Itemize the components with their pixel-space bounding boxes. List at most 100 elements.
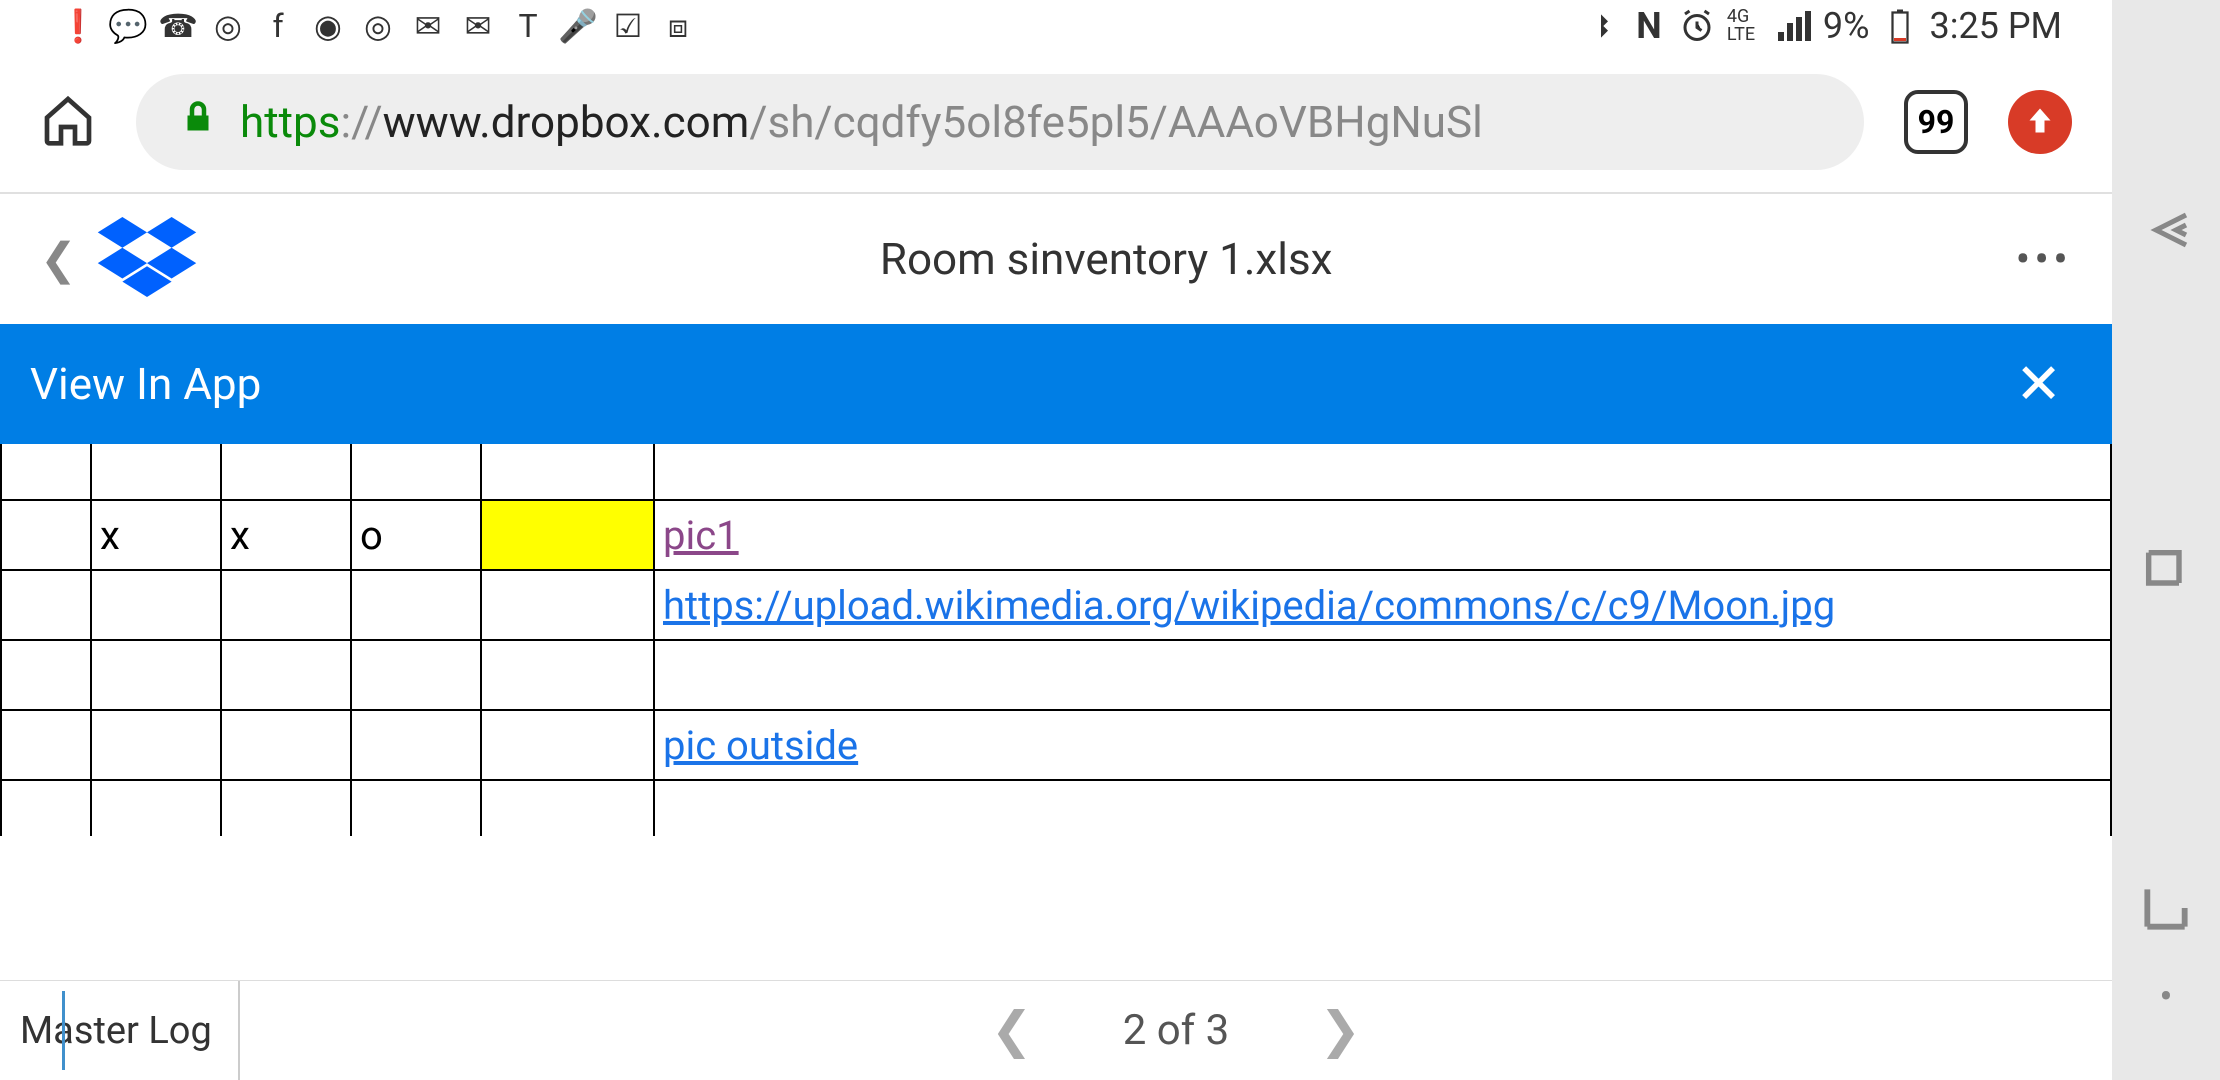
cell[interactable]: [351, 444, 481, 500]
gmail-icon-2: ✉: [460, 8, 496, 44]
cell[interactable]: [1, 780, 91, 836]
dropbox-header: ❮ Room sinventory 1.xlsx •••: [0, 194, 2112, 324]
cell[interactable]: [91, 444, 221, 500]
cell[interactable]: [221, 570, 351, 640]
battery-icon: [1882, 8, 1918, 44]
cell[interactable]: [481, 780, 654, 836]
url-text: https://www.dropbox.com/sh/cqdfy5ol8fe5p…: [240, 96, 1483, 148]
instagram-icon: ◎: [210, 8, 246, 44]
pager-label: 2 of 3: [1123, 1006, 1230, 1055]
dropbox-logo-icon[interactable]: [97, 217, 197, 301]
sheet-tab[interactable]: Master Log: [0, 981, 240, 1080]
cell[interactable]: [351, 710, 481, 780]
sheet-bottom-bar: Master Log ❮ 2 of 3 ❯: [0, 980, 2112, 1080]
next-sheet-icon[interactable]: ❯: [1319, 1001, 1361, 1060]
cell[interactable]: [91, 780, 221, 836]
cell-link[interactable]: https://upload.wikimedia.org/wikipedia/c…: [663, 582, 1835, 629]
cell[interactable]: [654, 640, 2111, 710]
home-icon[interactable]: [40, 92, 96, 152]
banner-text: View In App: [30, 358, 261, 410]
cell[interactable]: [1, 570, 91, 640]
url-host: www.dropbox.com: [383, 96, 750, 148]
cell[interactable]: [221, 444, 351, 500]
cell[interactable]: [654, 444, 2111, 500]
cell[interactable]: [481, 444, 654, 500]
chat-icon: 💬: [110, 8, 146, 44]
priority-icon: ❗: [60, 8, 96, 44]
checkbox-icon: ☑: [610, 8, 646, 44]
signal-icon: [1775, 8, 1811, 44]
text-caret: [62, 991, 65, 1070]
cell[interactable]: [351, 780, 481, 836]
table-row: [1, 640, 2111, 710]
sheet-pager: ❮ 2 of 3 ❯: [240, 1001, 2112, 1060]
alarm-icon: [1679, 8, 1715, 44]
edge-dot-icon[interactable]: •: [2159, 973, 2173, 1020]
cell[interactable]: [481, 640, 654, 710]
cell[interactable]: [351, 640, 481, 710]
cell[interactable]: [221, 780, 351, 836]
url-sep: ://: [340, 96, 382, 148]
view-in-app-banner[interactable]: View In App ✕: [0, 324, 2112, 444]
url-scheme: https: [240, 96, 340, 148]
cell[interactable]: [481, 500, 654, 570]
prev-sheet-icon[interactable]: ❮: [991, 1001, 1033, 1060]
edge-window-icon[interactable]: [2140, 544, 2192, 600]
cell[interactable]: [1, 444, 91, 500]
cell[interactable]: [1, 640, 91, 710]
dropbox-notif-icon: ⧈: [660, 8, 696, 44]
more-icon[interactable]: •••: [2015, 233, 2072, 285]
cell-link[interactable]: pic1: [663, 512, 739, 559]
cell[interactable]: [221, 710, 351, 780]
spreadsheet-table: xxopic1https://upload.wikimedia.org/wiki…: [0, 444, 2112, 836]
edge-panel[interactable]: •: [2112, 0, 2220, 1080]
cell[interactable]: [1, 500, 91, 570]
network-label: 4G LTE: [1727, 8, 1763, 44]
clock-time: 3:25 PM: [1930, 5, 2063, 47]
edge-back-icon[interactable]: [2136, 200, 2196, 264]
cell[interactable]: [91, 640, 221, 710]
cell[interactable]: [91, 710, 221, 780]
cell[interactable]: [654, 780, 2111, 836]
tab-count-button[interactable]: 99: [1904, 90, 1968, 154]
cell[interactable]: pic1: [654, 500, 2111, 570]
cell[interactable]: x: [221, 500, 351, 570]
file-title: Room sinventory 1.xlsx: [217, 233, 1996, 285]
table-row: pic outside: [1, 710, 2111, 780]
bluetooth-icon: [1583, 8, 1619, 44]
cell[interactable]: [221, 640, 351, 710]
back-chevron-icon[interactable]: ❮: [40, 233, 77, 285]
cell[interactable]: [91, 570, 221, 640]
t-icon: T: [510, 8, 546, 44]
android-status-bar: ❗ 💬 ☎ ◎ f ◉ ◎ ✉ ✉ T 🎤 ☑ ⧈ N 4G LTE: [0, 0, 2112, 52]
messenger-icon: ◉: [310, 8, 346, 44]
lock-icon: [180, 95, 216, 150]
gmail-icon: ✉: [410, 8, 446, 44]
cell[interactable]: [351, 570, 481, 640]
facebook-icon: f: [260, 8, 296, 44]
spreadsheet-viewport[interactable]: xxopic1https://upload.wikimedia.org/wiki…: [0, 444, 2112, 980]
edge-exit-icon[interactable]: [2138, 880, 2194, 940]
cell[interactable]: pic outside: [654, 710, 2111, 780]
cell-link[interactable]: pic outside: [663, 722, 858, 769]
cell[interactable]: [481, 710, 654, 780]
tab-count-value: 99: [1918, 103, 1955, 141]
browser-toolbar: https://www.dropbox.com/sh/cqdfy5ol8fe5p…: [0, 52, 2112, 192]
download-button[interactable]: [2008, 90, 2072, 154]
cell[interactable]: [481, 570, 654, 640]
cell[interactable]: o: [351, 500, 481, 570]
cell[interactable]: x: [91, 500, 221, 570]
url-path: /sh/cqdfy5ol8fe5pl5/AAAoVBHgNuSl: [749, 96, 1483, 148]
battery-percent: 9%: [1823, 5, 1870, 47]
cell[interactable]: [1, 710, 91, 780]
table-row: xxopic1: [1, 500, 2111, 570]
mic-icon: 🎤: [560, 8, 596, 44]
url-bar[interactable]: https://www.dropbox.com/sh/cqdfy5ol8fe5p…: [136, 74, 1864, 170]
instagram-icon-2: ◎: [360, 8, 396, 44]
cell[interactable]: https://upload.wikimedia.org/wikipedia/c…: [654, 570, 2111, 640]
table-row: [1, 780, 2111, 836]
close-icon[interactable]: ✕: [2015, 351, 2062, 417]
sheet-tab-label: Master Log: [20, 1009, 212, 1053]
table-row: https://upload.wikimedia.org/wikipedia/c…: [1, 570, 2111, 640]
nfc-icon: N: [1631, 8, 1667, 44]
